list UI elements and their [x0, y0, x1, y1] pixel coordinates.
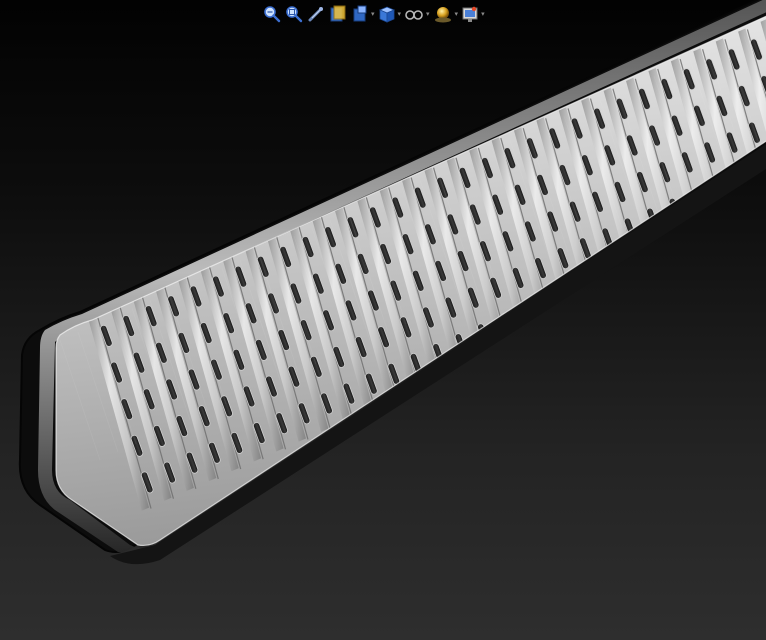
zoom-to-area-icon — [286, 6, 303, 23]
section-view-icon — [330, 5, 346, 22]
perforation-slot — [701, 224, 714, 247]
perforation-slot — [746, 204, 759, 227]
perforation-slot — [656, 244, 670, 267]
chevron-down-icon: ▾ — [371, 9, 375, 18]
view-orientation-button[interactable]: ▾ — [377, 3, 402, 25]
appearance-icon — [462, 6, 478, 22]
chevron-down-icon: ▾ — [397, 9, 402, 18]
hide-show-items-button[interactable]: ▾ — [432, 3, 459, 25]
edit-appearance-button[interactable]: ▾ — [460, 3, 485, 25]
section-view-button[interactable] — [328, 3, 348, 25]
bar-body — [18, 0, 766, 565]
perforated-bar-model[interactable] — [0, 0, 766, 640]
perforation-slot — [678, 234, 692, 257]
annotation-views-icon — [353, 5, 367, 22]
graphics-area[interactable]: ▾ ▾ ▾ ▾ ▾ — [0, 0, 766, 640]
perforation-slot — [634, 254, 647, 277]
zoom-to-fit-button[interactable] — [262, 3, 282, 25]
previous-view-icon — [308, 7, 323, 22]
view-orientation-icon — [378, 6, 395, 23]
display-style-icon — [405, 10, 423, 20]
zoom-to-area-button[interactable] — [284, 3, 304, 25]
perforation-slot — [723, 214, 737, 237]
previous-view-button[interactable] — [306, 3, 326, 25]
chevron-down-icon: ▾ — [454, 9, 459, 18]
hide-show-items-icon — [434, 7, 451, 23]
chevron-down-icon: ▾ — [481, 9, 485, 18]
chevron-down-icon: ▾ — [426, 9, 430, 18]
annotation-views-button[interactable]: ▾ — [350, 3, 375, 25]
zoom-to-fit-icon — [264, 6, 281, 23]
heads-up-view-toolbar: ▾ ▾ ▾ ▾ ▾ — [262, 2, 485, 26]
display-style-button[interactable]: ▾ — [403, 3, 430, 25]
